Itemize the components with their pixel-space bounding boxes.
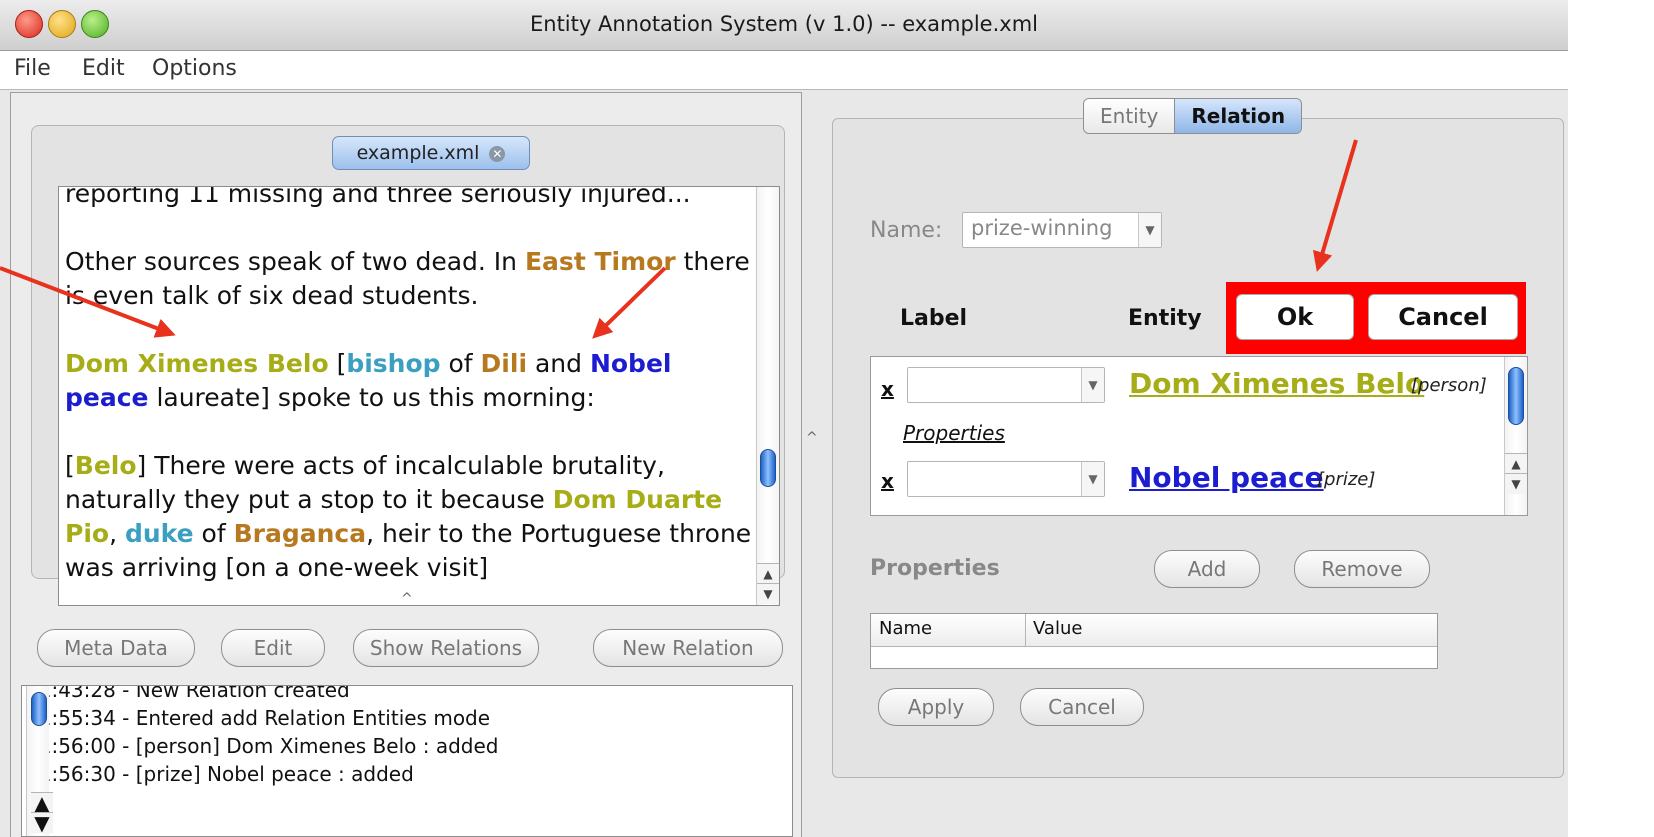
app-window: Entity Annotation System (v 1.0) -- exam…	[0, 0, 1568, 837]
document-tab-panel: example.xml ✕ reporting 11 missing and th…	[31, 125, 785, 606]
tab-entity[interactable]: Entity	[1084, 99, 1176, 133]
entity-properties-link[interactable]: Properties	[903, 421, 1005, 445]
paragraph: Other sources speak of two dead. In East…	[65, 247, 750, 310]
document-text: reporting 11 missing and three seriously…	[65, 186, 761, 605]
entity-link[interactable]: Dom Ximenes Belo	[1129, 367, 1424, 400]
scroll-up-arrow-icon[interactable]: ▲	[1505, 453, 1527, 474]
entity-person[interactable]: Dom Ximenes Belo	[65, 349, 329, 378]
remove-entity-link[interactable]: x	[881, 469, 894, 493]
entity-label-select[interactable]: ▼	[907, 461, 1105, 497]
entity-link[interactable]: Nobel peace	[1129, 461, 1324, 494]
menu-bar: File Edit Options	[0, 51, 1568, 90]
ok-button[interactable]: Ok	[1236, 294, 1354, 340]
entity-role[interactable]: bishop	[346, 349, 440, 378]
properties-table[interactable]: Name Value	[870, 613, 1438, 669]
document-text-area[interactable]: reporting 11 missing and three seriously…	[58, 186, 780, 606]
relation-name-select[interactable]: prize-winning ▼	[962, 212, 1162, 248]
scroll-down-arrow-icon[interactable]: ▼	[757, 583, 779, 604]
entity-location[interactable]: Braganca	[234, 519, 367, 548]
properties-cancel-button[interactable]: Cancel	[1020, 688, 1144, 726]
document-scroll-thumb[interactable]	[760, 449, 776, 487]
paragraph: [Belo] There were acts of incalculable b…	[65, 451, 752, 582]
table-header-value[interactable]: Value	[1033, 618, 1082, 639]
title-bar: Entity Annotation System (v 1.0) -- exam…	[0, 0, 1568, 51]
document-tab[interactable]: example.xml ✕	[332, 136, 530, 170]
document-scrollbar[interactable]: ▲ ▼	[756, 187, 779, 605]
document-tab-label: example.xml	[356, 142, 480, 164]
entity-type: [prize]	[1317, 469, 1376, 490]
scroll-up-arrow-icon[interactable]: ▲	[757, 563, 779, 584]
meta-data-button[interactable]: Meta Data	[37, 629, 195, 667]
scroll-down-arrow-icon[interactable]: ▼	[31, 812, 53, 833]
window-title: Entity Annotation System (v 1.0) -- exam…	[530, 12, 1038, 36]
scroll-down-arrow-icon[interactable]: ▼	[1505, 473, 1527, 494]
entity-type: [person]	[1411, 375, 1487, 396]
relation-entity-list: x ▼ Dom Ximenes Belo [person] Properties…	[870, 356, 1528, 516]
tab-relation[interactable]: Relation	[1175, 99, 1302, 133]
entity-relation-tabs: Entity Relation	[1083, 98, 1303, 134]
entity-location[interactable]: East Timor	[525, 247, 676, 276]
table-header-name[interactable]: Name	[879, 618, 932, 639]
chevron-down-icon[interactable]: ▼	[1081, 368, 1104, 402]
entity-label-select[interactable]: ▼	[907, 367, 1105, 403]
pane-divider-icon[interactable]: ^	[806, 430, 818, 446]
entity-list-scroll-thumb[interactable]	[1508, 367, 1524, 425]
paragraph: reporting 11 missing and three seriously…	[65, 186, 691, 208]
paragraph: Dom Ximenes Belo [bishop of Dili and Nob…	[65, 349, 672, 412]
apply-button[interactable]: Apply	[878, 688, 994, 726]
entity-person[interactable]: Belo	[75, 451, 137, 480]
cancel-button[interactable]: Cancel	[1368, 294, 1518, 340]
scroll-up-arrow-icon[interactable]: ▲	[31, 792, 53, 813]
remove-entity-link[interactable]: x	[881, 377, 894, 401]
log-line: 11:56:30 - [prize] Nobel peace : added	[26, 762, 414, 786]
label-column-header: Label	[900, 306, 968, 331]
properties-section-label: Properties	[870, 556, 1000, 581]
document-pane: example.xml ✕ reporting 11 missing and th…	[10, 92, 802, 837]
ok-cancel-highlight: Ok Cancel	[1226, 282, 1526, 354]
entity-column-header: Entity	[1128, 306, 1202, 331]
show-relations-button[interactable]: Show Relations	[353, 629, 539, 667]
column-divider[interactable]	[1025, 614, 1026, 646]
name-label: Name:	[870, 218, 943, 243]
log-line: 11:56:00 - [person] Dom Ximenes Belo : a…	[26, 734, 499, 758]
chevron-down-icon[interactable]: ▼	[1138, 213, 1161, 247]
close-tab-icon[interactable]: ✕	[489, 145, 506, 162]
entity-location[interactable]: Dili	[481, 349, 527, 378]
menu-file[interactable]: File	[14, 56, 51, 81]
log-line: 11:55:34 - Entered add Relation Entities…	[26, 706, 491, 730]
log-scroll-thumb[interactable]	[31, 692, 47, 726]
properties-table-header: Name Value	[871, 614, 1437, 647]
remove-property-button[interactable]: Remove	[1294, 550, 1430, 588]
log-line: 11:43:28 - New Relation created	[26, 685, 350, 702]
edit-button[interactable]: Edit	[221, 629, 325, 667]
log-scrollbar[interactable]: ▲ ▼	[26, 686, 53, 836]
menu-options[interactable]: Options	[152, 56, 237, 81]
new-relation-button[interactable]: New Relation	[593, 629, 783, 667]
add-property-button[interactable]: Add	[1154, 550, 1260, 588]
chevron-down-icon[interactable]: ▼	[1081, 462, 1104, 496]
entity-list-scrollbar[interactable]: ▲ ▼	[1504, 357, 1527, 515]
menu-edit[interactable]: Edit	[82, 56, 125, 81]
relation-name-value: prize-winning	[971, 216, 1113, 240]
event-log: 11:43:28 - New Relation created 11:55:34…	[21, 685, 793, 837]
entity-role[interactable]: duke	[125, 519, 194, 548]
split-grip-icon[interactable]: ^	[401, 591, 413, 607]
